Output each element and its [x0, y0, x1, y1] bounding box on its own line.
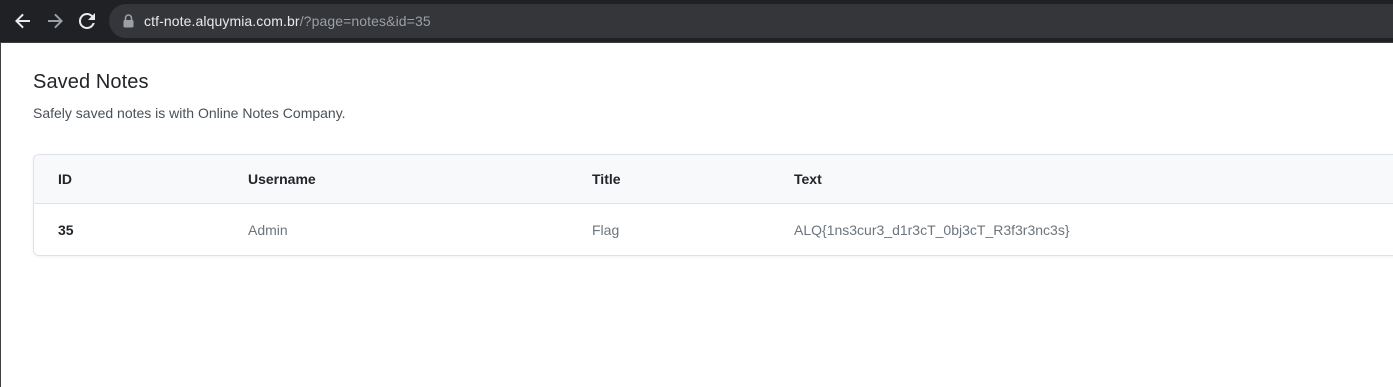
back-button[interactable] [7, 5, 39, 37]
lock-icon[interactable] [123, 14, 135, 28]
notes-table: ID Username Title Text 35 Admin Flag ALQ… [33, 154, 1393, 256]
cell-title: Flag [592, 222, 620, 238]
table-header-row: ID Username Title Text [34, 155, 1393, 204]
column-header-id: ID [58, 171, 72, 187]
cell-text: ALQ{1ns3cur3_d1r3cT_0bj3cT_R3f3r3nc3s} [794, 222, 1070, 238]
column-header-username: Username [248, 171, 316, 187]
forward-button[interactable] [39, 5, 71, 37]
column-header-title: Title [592, 171, 621, 187]
address-bar[interactable]: ctf-note.alquymia.com.br/?page=notes&id=… [109, 4, 1393, 38]
column-header-text: Text [794, 171, 822, 187]
page-title: Saved Notes [33, 71, 149, 93]
url-path: /?page=notes&id=35 [299, 13, 431, 29]
arrow-right-icon [46, 12, 64, 30]
page-content: Saved Notes Safely saved notes is with O… [0, 43, 1393, 387]
browser-toolbar: ctf-note.alquymia.com.br/?page=notes&id=… [0, 0, 1393, 43]
arrow-left-icon [14, 12, 32, 30]
cell-username: Admin [248, 222, 288, 238]
url-host: ctf-note.alquymia.com.br [144, 13, 300, 29]
reload-icon [78, 12, 96, 30]
page-subtitle: Safely saved notes is with Online Notes … [33, 105, 346, 121]
cell-id: 35 [58, 222, 74, 238]
reload-button[interactable] [71, 5, 103, 37]
table-row: 35 Admin Flag ALQ{1ns3cur3_d1r3cT_0bj3cT… [34, 204, 1393, 255]
